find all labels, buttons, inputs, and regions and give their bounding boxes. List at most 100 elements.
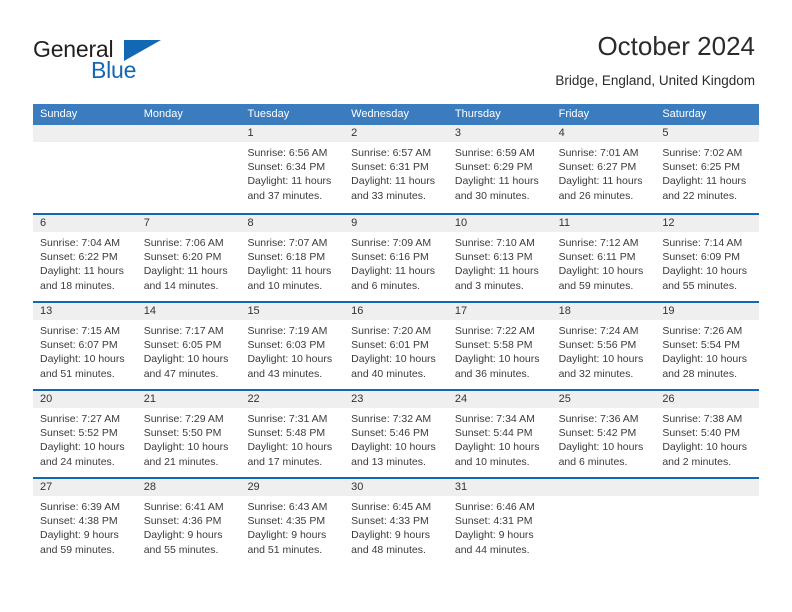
sunset-text: Sunset: 4:31 PM (454, 515, 533, 528)
daylight-text-line2: and 36 minutes. (454, 367, 530, 380)
day-cell[interactable]: 6 Sunrise: 7:04 AM Sunset: 6:22 PM Dayli… (33, 215, 137, 301)
day-cell[interactable]: 20 Sunrise: 7:27 AM Sunset: 5:52 PM Dayl… (33, 391, 137, 477)
sunset-text: Sunset: 6:01 PM (351, 339, 429, 352)
day-number: 19 (655, 303, 760, 320)
sunset-text: Sunset: 6:13 PM (454, 251, 533, 264)
daylight-text-line2: and 30 minutes. (454, 189, 530, 202)
day-number: 22 (240, 391, 345, 408)
day-number: 8 (240, 215, 345, 232)
daylight-text-line1: Daylight: 11 hours (143, 265, 228, 278)
day-cell[interactable]: 11 Sunrise: 7:12 AM Sunset: 6:11 PM Dayl… (551, 215, 656, 301)
day-number: 14 (136, 303, 241, 320)
day-number: 26 (655, 391, 760, 408)
day-number: 23 (344, 391, 448, 408)
daylight-text-line1: Daylight: 10 hours (351, 353, 436, 366)
sunrise-text: Sunrise: 7:26 AM (662, 325, 743, 337)
day-cell[interactable]: 31 Sunrise: 6:46 AM Sunset: 4:31 PM Dayl… (447, 479, 552, 565)
day-cell[interactable]: 18 Sunrise: 7:24 AM Sunset: 5:56 PM Dayl… (551, 303, 656, 389)
daylight-text-line1: Daylight: 11 hours (351, 175, 436, 188)
sunrise-text: Sunrise: 7:24 AM (558, 325, 639, 337)
daylight-text-line2: and 10 minutes. (247, 279, 323, 292)
sunset-text: Sunset: 6:07 PM (40, 339, 118, 352)
day-cell[interactable] (33, 125, 137, 213)
day-number: 9 (344, 215, 448, 232)
day-cell[interactable] (136, 125, 241, 213)
sunrise-text: Sunrise: 7:19 AM (247, 325, 328, 337)
day-cell[interactable]: 19 Sunrise: 7:26 AM Sunset: 5:54 PM Dayl… (655, 303, 760, 389)
daylight-text-line2: and 21 minutes. (143, 455, 219, 468)
day-details: Sunrise: 7:31 AM Sunset: 5:48 PM Dayligh… (240, 408, 344, 469)
day-cell[interactable] (655, 479, 760, 565)
daylight-text-line2: and 55 minutes. (143, 543, 219, 556)
day-details (655, 496, 759, 500)
dow-saturday: Saturday (662, 108, 707, 120)
day-cell[interactable]: 30 Sunrise: 6:45 AM Sunset: 4:33 PM Dayl… (344, 479, 448, 565)
day-details: Sunrise: 7:26 AM Sunset: 5:54 PM Dayligh… (655, 320, 759, 381)
day-details: Sunrise: 7:34 AM Sunset: 5:44 PM Dayligh… (448, 408, 552, 469)
day-cell[interactable]: 21 Sunrise: 7:29 AM Sunset: 5:50 PM Dayl… (136, 391, 241, 477)
day-cell[interactable]: 28 Sunrise: 6:41 AM Sunset: 4:36 PM Dayl… (136, 479, 241, 565)
day-cell[interactable]: 15 Sunrise: 7:19 AM Sunset: 6:03 PM Dayl… (240, 303, 345, 389)
sunrise-text: Sunrise: 7:17 AM (143, 325, 224, 337)
day-cell[interactable]: 25 Sunrise: 7:36 AM Sunset: 5:42 PM Dayl… (551, 391, 656, 477)
day-details: Sunrise: 7:32 AM Sunset: 5:46 PM Dayligh… (344, 408, 448, 469)
sunrise-text: Sunrise: 7:22 AM (454, 325, 535, 337)
sunrise-text: Sunrise: 7:12 AM (558, 237, 639, 249)
sunset-text: Sunset: 5:58 PM (454, 339, 533, 352)
day-cell[interactable]: 17 Sunrise: 7:22 AM Sunset: 5:58 PM Dayl… (447, 303, 552, 389)
sunset-text: Sunset: 6:22 PM (40, 251, 118, 264)
day-cell[interactable]: 10 Sunrise: 7:10 AM Sunset: 6:13 PM Dayl… (447, 215, 552, 301)
day-cell[interactable]: 24 Sunrise: 7:34 AM Sunset: 5:44 PM Dayl… (447, 391, 552, 477)
day-cell[interactable]: 12 Sunrise: 7:14 AM Sunset: 6:09 PM Dayl… (655, 215, 760, 301)
daylight-text-line1: Daylight: 11 hours (247, 265, 332, 278)
sunrise-text: Sunrise: 7:36 AM (558, 413, 639, 425)
day-cell[interactable]: 22 Sunrise: 7:31 AM Sunset: 5:48 PM Dayl… (240, 391, 345, 477)
daylight-text-line1: Daylight: 10 hours (454, 441, 540, 454)
sunset-text: Sunset: 5:50 PM (143, 427, 222, 440)
day-cell[interactable]: 5 Sunrise: 7:02 AM Sunset: 6:25 PM Dayli… (655, 125, 760, 213)
daylight-text-line2: and 28 minutes. (662, 367, 738, 380)
day-number: 5 (655, 125, 760, 142)
day-cell[interactable]: 9 Sunrise: 7:09 AM Sunset: 6:16 PM Dayli… (344, 215, 448, 301)
daylight-text-line1: Daylight: 11 hours (662, 175, 747, 188)
day-number (33, 125, 137, 142)
daylight-text-line1: Daylight: 10 hours (454, 353, 540, 366)
day-details: Sunrise: 7:24 AM Sunset: 5:56 PM Dayligh… (552, 320, 656, 381)
sunset-text: Sunset: 4:36 PM (143, 515, 222, 528)
day-details: Sunrise: 7:36 AM Sunset: 5:42 PM Dayligh… (552, 408, 656, 469)
dow-monday: Monday (143, 108, 183, 120)
daylight-text-line2: and 43 minutes. (247, 367, 323, 380)
day-number: 1 (240, 125, 345, 142)
daylight-text-line1: Daylight: 10 hours (247, 353, 333, 366)
day-details: Sunrise: 7:14 AM Sunset: 6:09 PM Dayligh… (655, 232, 759, 293)
day-details: Sunrise: 7:29 AM Sunset: 5:50 PM Dayligh… (137, 408, 241, 469)
day-cell[interactable]: 3 Sunrise: 6:59 AM Sunset: 6:29 PM Dayli… (447, 125, 552, 213)
sunrise-text: Sunrise: 7:27 AM (40, 413, 120, 425)
sunrise-text: Sunrise: 6:45 AM (351, 501, 432, 513)
day-number: 6 (33, 215, 137, 232)
day-cell[interactable]: 8 Sunrise: 7:07 AM Sunset: 6:18 PM Dayli… (240, 215, 345, 301)
day-cell[interactable]: 29 Sunrise: 6:43 AM Sunset: 4:35 PM Dayl… (240, 479, 345, 565)
day-number: 24 (447, 391, 552, 408)
daylight-text-line2: and 3 minutes. (454, 279, 524, 292)
day-cell[interactable]: 23 Sunrise: 7:32 AM Sunset: 5:46 PM Dayl… (344, 391, 448, 477)
day-cell[interactable]: 2 Sunrise: 6:57 AM Sunset: 6:31 PM Dayli… (344, 125, 448, 213)
day-cell[interactable] (551, 479, 656, 565)
day-cell[interactable]: 27 Sunrise: 6:39 AM Sunset: 4:38 PM Dayl… (33, 479, 137, 565)
day-cell[interactable]: 13 Sunrise: 7:15 AM Sunset: 6:07 PM Dayl… (33, 303, 137, 389)
sunset-text: Sunset: 6:11 PM (558, 251, 636, 264)
daylight-text-line1: Daylight: 10 hours (558, 441, 644, 454)
day-cell[interactable]: 16 Sunrise: 7:20 AM Sunset: 6:01 PM Dayl… (344, 303, 448, 389)
sunrise-text: Sunrise: 6:43 AM (247, 501, 328, 513)
sunset-text: Sunset: 6:09 PM (662, 251, 740, 264)
day-cell[interactable]: 26 Sunrise: 7:38 AM Sunset: 5:40 PM Dayl… (655, 391, 760, 477)
day-number: 20 (33, 391, 137, 408)
day-cell[interactable]: 1 Sunrise: 6:56 AM Sunset: 6:34 PM Dayli… (240, 125, 345, 213)
daylight-text-line1: Daylight: 10 hours (558, 353, 644, 366)
sunrise-text: Sunrise: 7:06 AM (143, 237, 224, 249)
day-cell[interactable]: 7 Sunrise: 7:06 AM Sunset: 6:20 PM Dayli… (136, 215, 241, 301)
sunrise-text: Sunrise: 7:34 AM (454, 413, 535, 425)
sunrise-text: Sunrise: 7:38 AM (662, 413, 743, 425)
day-cell[interactable]: 4 Sunrise: 7:01 AM Sunset: 6:27 PM Dayli… (551, 125, 656, 213)
day-cell[interactable]: 14 Sunrise: 7:17 AM Sunset: 6:05 PM Dayl… (136, 303, 241, 389)
